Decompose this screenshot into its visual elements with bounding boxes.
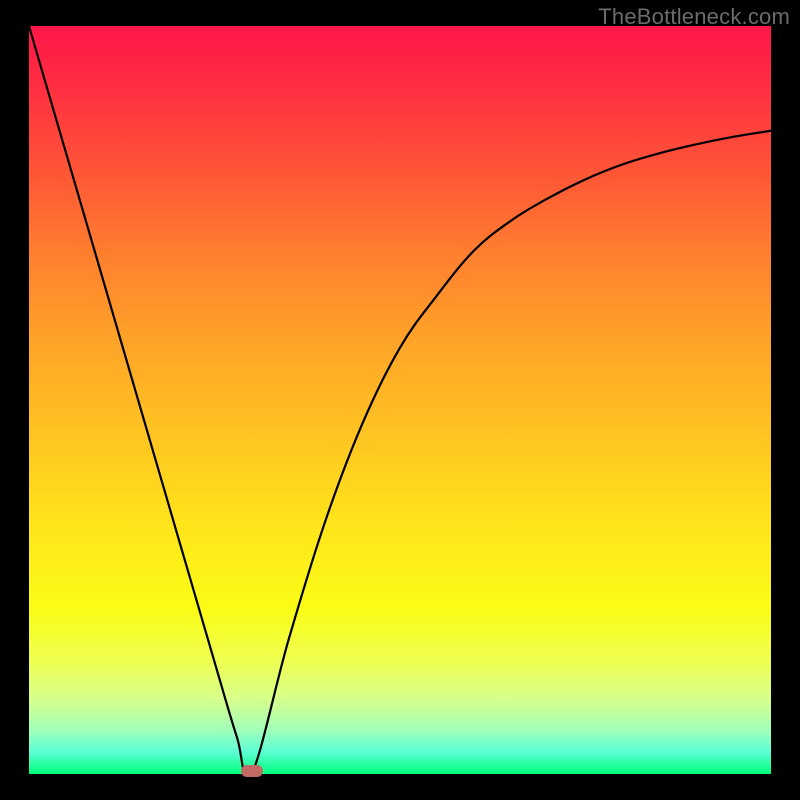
chart-curve-svg	[29, 26, 771, 774]
minimum-marker	[241, 765, 263, 777]
chart-frame	[29, 26, 771, 774]
bottleneck-curve-path	[29, 26, 771, 779]
